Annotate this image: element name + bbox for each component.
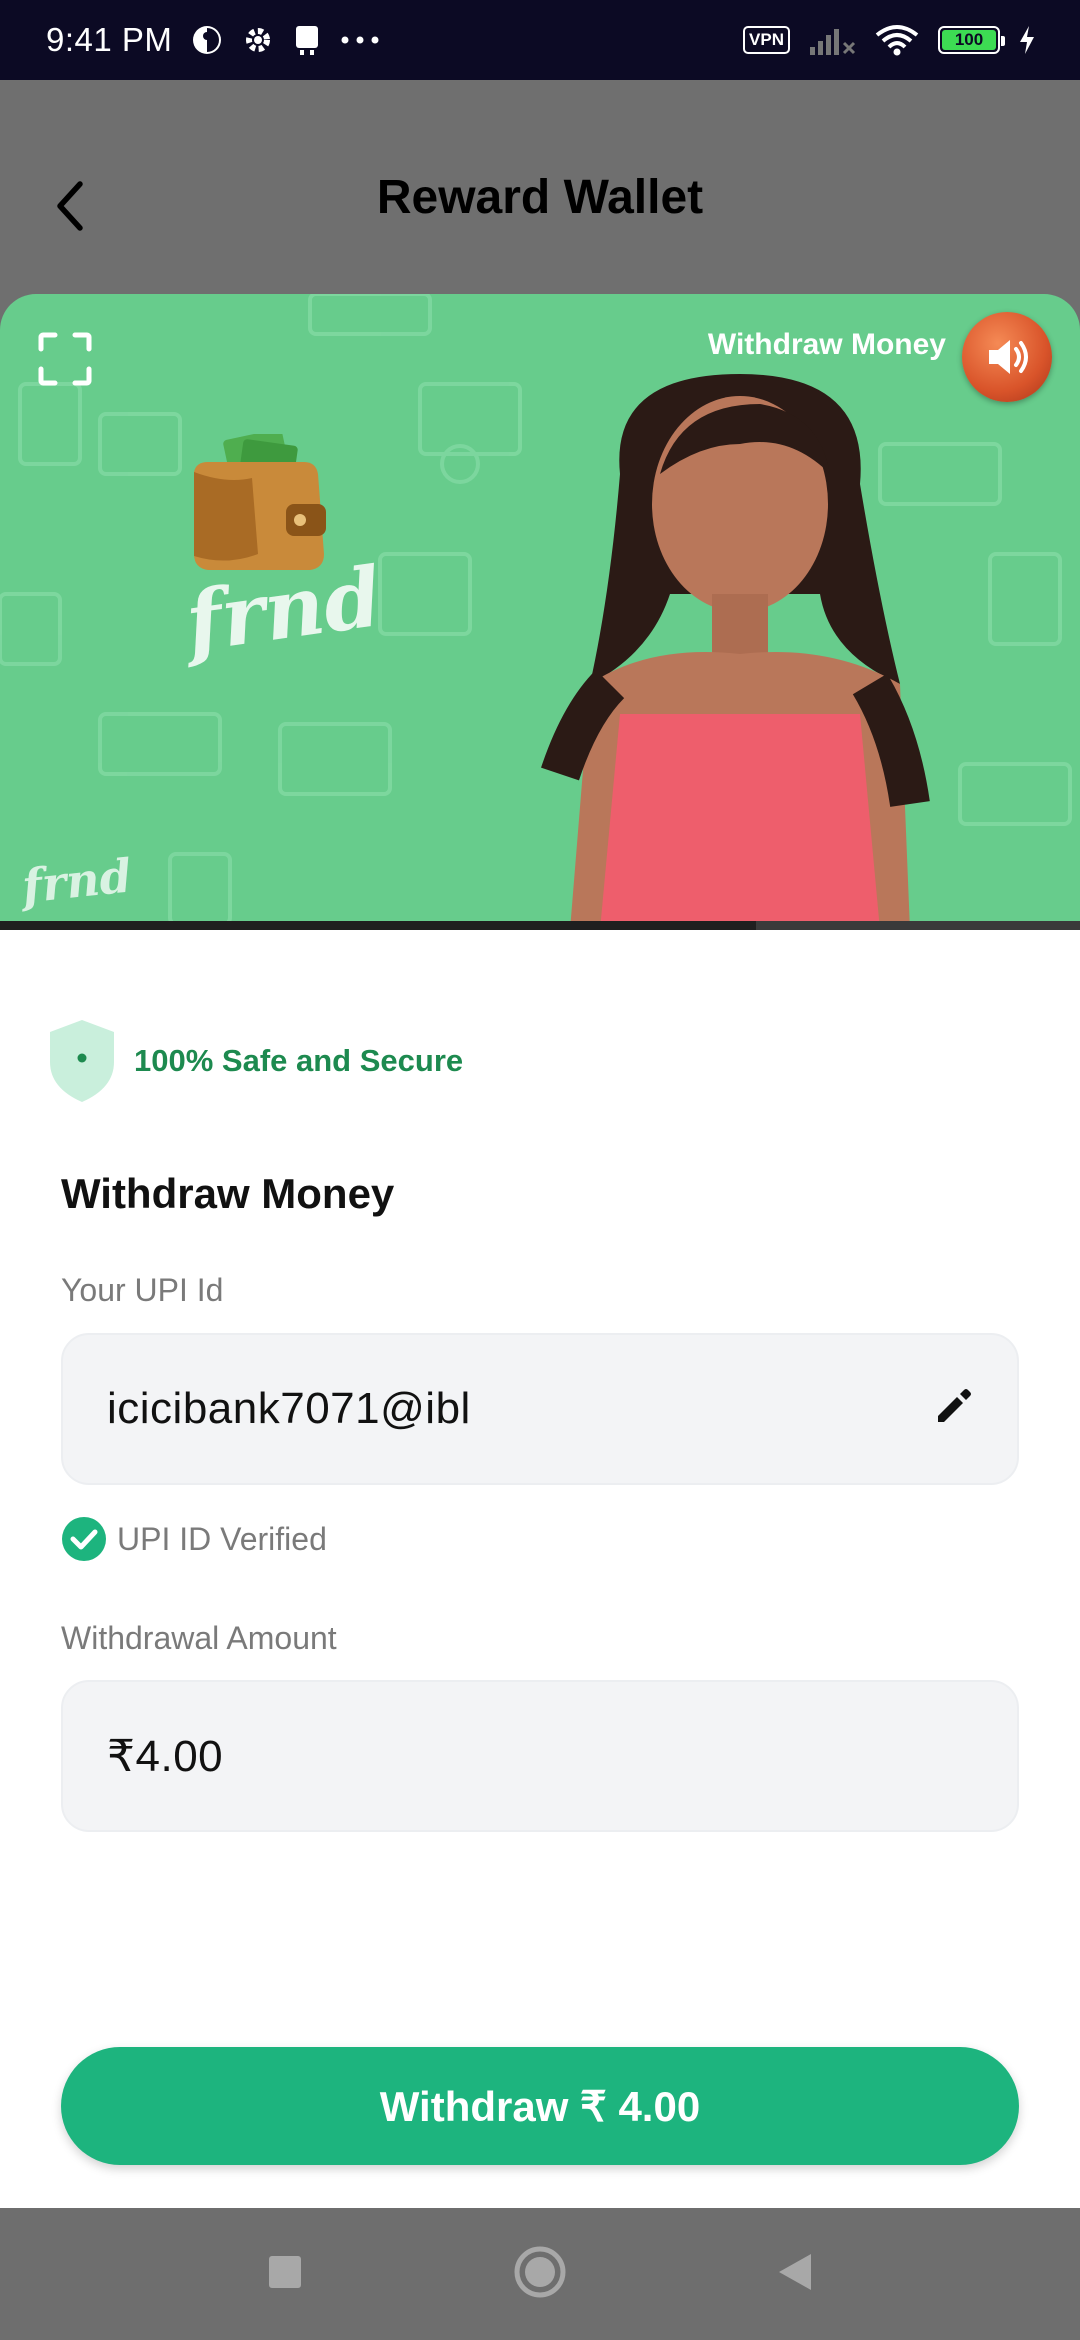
verified-label: UPI ID Verified bbox=[117, 1520, 327, 1557]
video-progress-track[interactable] bbox=[0, 921, 1080, 930]
edit-icon bbox=[938, 1388, 971, 1422]
wifi-icon bbox=[874, 23, 920, 57]
circle-half-icon bbox=[190, 23, 224, 57]
video-progress-fill bbox=[0, 921, 756, 930]
brand-logo-watermark: frnd bbox=[19, 848, 135, 914]
sim-icon bbox=[292, 23, 322, 57]
presenter-figure bbox=[541, 374, 930, 930]
vpn-badge: VPN bbox=[743, 26, 790, 54]
system-nav-bar bbox=[0, 2208, 1080, 2340]
battery-level: 100 bbox=[954, 30, 984, 49]
amount-value: ₹4.00 bbox=[107, 1731, 224, 1781]
amount-field[interactable]: ₹4.00 bbox=[61, 1680, 1019, 1832]
signal-icon bbox=[808, 23, 856, 57]
back-nav-icon bbox=[779, 2253, 811, 2290]
fullscreen-icon bbox=[38, 332, 92, 386]
upi-value: icicibank7071@ibl bbox=[107, 1384, 471, 1433]
amount-label: Withdrawal Amount bbox=[61, 1620, 337, 1656]
recent-apps-icon bbox=[269, 2255, 301, 2288]
page-title: Reward Wallet bbox=[376, 171, 704, 224]
secure-label: 100% Safe and Secure bbox=[134, 1043, 464, 1078]
home-icon bbox=[514, 2246, 566, 2297]
home-button[interactable] bbox=[513, 2245, 567, 2304]
video-player[interactable]: Withdraw Money frnd frnd bbox=[0, 294, 1080, 930]
status-bar-right: VPN 100 bbox=[743, 23, 1036, 57]
section-title: Withdraw Money bbox=[61, 1170, 395, 1217]
status-time: 9:41 PM bbox=[46, 21, 173, 58]
recent-apps-button[interactable] bbox=[267, 2254, 303, 2295]
upi-field[interactable]: icicibank7071@ibl bbox=[61, 1333, 1019, 1485]
more-icon bbox=[340, 35, 380, 45]
verified-status: UPI ID Verified bbox=[61, 1516, 327, 1562]
secure-banner: 100% Safe and Secure bbox=[46, 1018, 463, 1104]
edit-button[interactable] bbox=[933, 1387, 973, 1432]
app-header: Reward Wallet bbox=[0, 80, 1080, 330]
check-icon bbox=[62, 1517, 106, 1561]
charging-icon bbox=[1018, 25, 1036, 55]
settings-icon bbox=[242, 24, 274, 56]
withdraw-button[interactable]: Withdraw ₹ 4.00 bbox=[61, 2047, 1019, 2165]
status-bar: 9:41 PM VPN 100 bbox=[0, 0, 1080, 80]
battery-indicator: 100 bbox=[938, 26, 1005, 54]
upi-label: Your UPI Id bbox=[61, 1272, 224, 1308]
fullscreen-button[interactable] bbox=[38, 332, 92, 386]
withdraw-form: 100% Safe and Secure Withdraw Money Your… bbox=[0, 930, 1080, 2208]
shield-icon bbox=[50, 1020, 114, 1102]
status-bar-left: 9:41 PM bbox=[46, 21, 380, 59]
back-nav-button[interactable] bbox=[777, 2252, 813, 2297]
